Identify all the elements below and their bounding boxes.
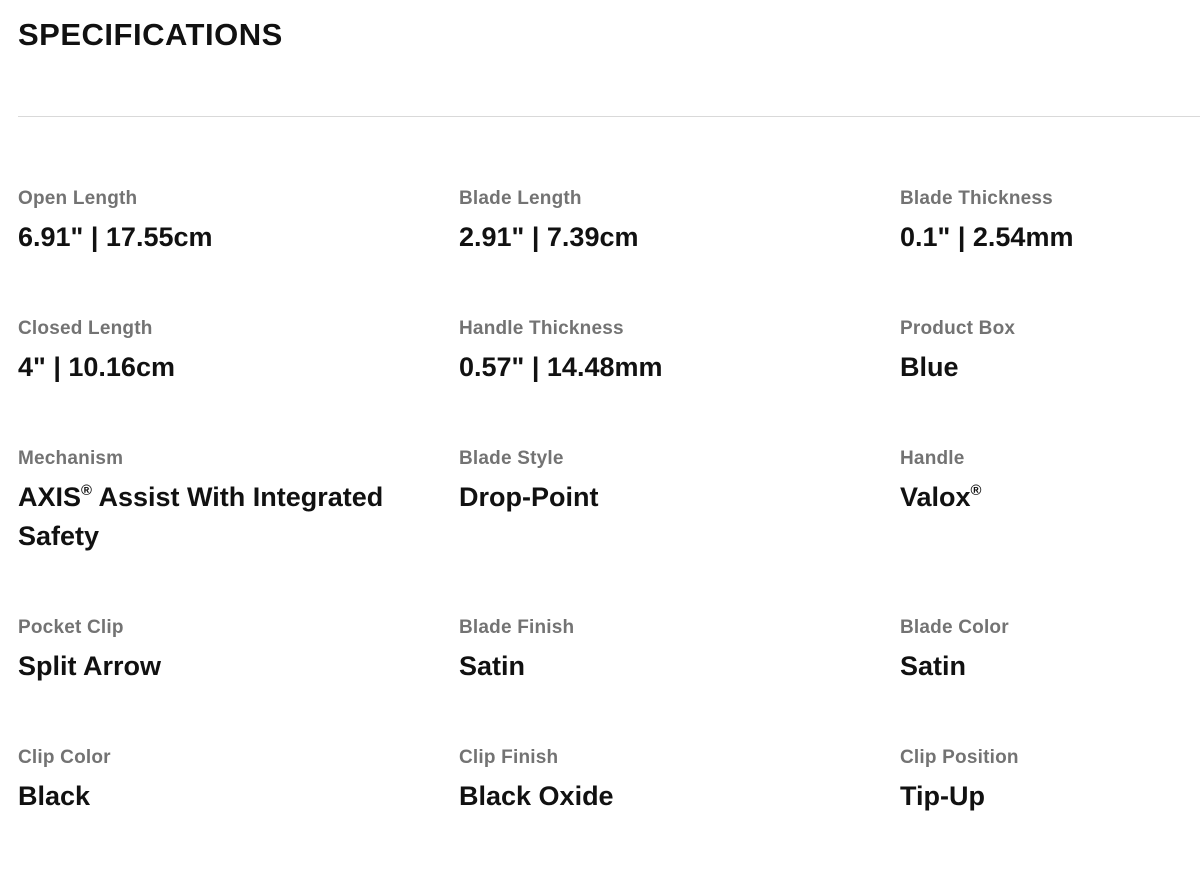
spec-row: Pocket Clip Split Arrow Blade Finish Sat… (18, 615, 1200, 745)
spec-label: Clip Position (900, 747, 1019, 768)
spec-label: Handle (900, 448, 965, 469)
spec-label: Blade Thickness (900, 188, 1053, 209)
spec-mechanism: Mechanism AXIS® Assist With Integrated S… (18, 446, 459, 615)
spec-open-length: Open Length 6.91" | 17.55cm (18, 186, 459, 316)
spec-row: Open Length 6.91" | 17.55cm Blade Length… (18, 186, 1200, 316)
spec-value: 4" | 10.16cm (18, 352, 175, 382)
spec-value: Satin (900, 651, 967, 681)
spec-value: 6.91" | 17.55cm (18, 222, 213, 252)
spec-value: Black Oxide (459, 781, 614, 811)
spec-label: Mechanism (18, 448, 124, 469)
spec-row: Mechanism AXIS® Assist With Integrated S… (18, 446, 1200, 615)
spec-row: Clip Color Black Clip Finish Black Oxide… (18, 745, 1200, 875)
spec-value: Tip-Up (900, 781, 985, 811)
spec-blade-finish: Blade Finish Satin (459, 615, 900, 745)
spec-clip-position: Clip Position Tip-Up (900, 745, 1200, 875)
spec-value: AXIS® Assist With Integrated Safety (18, 478, 418, 556)
spec-pocket-clip: Pocket Clip Split Arrow (18, 615, 459, 745)
specifications-grid: Open Length 6.91" | 17.55cm Blade Length… (18, 186, 1200, 875)
spec-clip-finish: Clip Finish Black Oxide (459, 745, 900, 875)
spec-label: Blade Length (459, 188, 582, 209)
spec-value: 0.1" | 2.54mm (900, 222, 1074, 252)
spec-value: Split Arrow (18, 651, 162, 681)
section-divider (18, 116, 1200, 117)
spec-product-box: Product Box Blue (900, 316, 1200, 446)
spec-label: Blade Finish (459, 617, 575, 638)
spec-value-main: AXIS (18, 482, 82, 512)
spec-label: Clip Color (18, 747, 111, 768)
registered-mark: ® (81, 482, 92, 499)
spec-blade-length: Blade Length 2.91" | 7.39cm (459, 186, 900, 316)
spec-label: Closed Length (18, 318, 153, 339)
spec-value: 0.57" | 14.48mm (459, 352, 663, 382)
spec-label: Pocket Clip (18, 617, 124, 638)
registered-mark: ® (970, 482, 982, 499)
spec-label: Open Length (18, 188, 138, 209)
spec-label: Clip Finish (459, 747, 559, 768)
spec-value: 2.91" | 7.39cm (459, 222, 639, 252)
spec-label: Handle Thickness (459, 318, 624, 339)
page-title: SPECIFICATIONS (18, 17, 283, 52)
spec-value: Black (18, 781, 91, 811)
spec-blade-style: Blade Style Drop-Point (459, 446, 900, 615)
spec-closed-length: Closed Length 4" | 10.16cm (18, 316, 459, 446)
spec-clip-color: Clip Color Black (18, 745, 459, 875)
spec-value: Blue (900, 352, 959, 382)
spec-handle-thickness: Handle Thickness 0.57" | 14.48mm (459, 316, 900, 446)
spec-handle: Handle Valox® (900, 446, 1200, 615)
spec-label: Blade Color (900, 617, 1009, 638)
spec-row: Closed Length 4" | 10.16cm Handle Thickn… (18, 316, 1200, 446)
spec-label: Blade Style (459, 448, 564, 469)
spec-blade-color: Blade Color Satin (900, 615, 1200, 745)
spec-value: Valox® (900, 478, 1200, 517)
spec-label: Product Box (900, 318, 1016, 339)
spec-blade-thickness: Blade Thickness 0.1" | 2.54mm (900, 186, 1200, 316)
spec-value-main: Valox (900, 482, 971, 512)
spec-value: Drop-Point (459, 482, 599, 512)
spec-value: Satin (459, 651, 526, 681)
